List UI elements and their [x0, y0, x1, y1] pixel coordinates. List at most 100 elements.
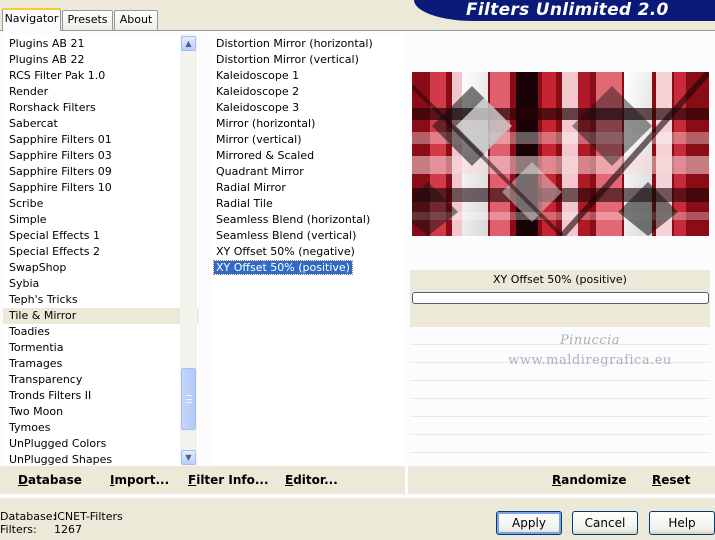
filter-item-label: Quadrant Mirror	[216, 165, 304, 178]
filter-item-label: Kaleidoscope 3	[216, 101, 300, 114]
category-item-label: Tormentia	[9, 341, 64, 354]
filter-item[interactable]: Mirror (horizontal)	[210, 116, 405, 132]
category-rows: Plugins AB 21 Plugins AB 22 RCS Filter Pak…	[3, 36, 199, 467]
category-item-label: Simple	[9, 213, 47, 226]
filter-item-label: Kaleidoscope 1	[216, 69, 300, 82]
tab-presets[interactable]: Presets	[62, 10, 113, 30]
category-item-label: Sapphire Filters 10	[9, 181, 112, 194]
toolbar-divider	[405, 466, 408, 494]
app-title: Filters Unlimited 2.0	[414, 0, 715, 21]
category-item[interactable]: Tymoes	[3, 420, 199, 436]
category-item[interactable]: Tramages	[3, 356, 199, 372]
category-item[interactable]: Plugins AB 21	[3, 36, 199, 52]
category-item[interactable]: Sabercat	[3, 116, 199, 132]
scrollbar-thumb[interactable]	[181, 368, 196, 430]
parameter-row	[410, 381, 710, 399]
category-item-label: Toadies	[9, 325, 50, 338]
category-item-label: Sapphire Filters 09	[9, 165, 112, 178]
category-item[interactable]: Sapphire Filters 09	[3, 164, 199, 180]
filter-item[interactable]: XY Offset 50% (negative)	[210, 244, 405, 260]
filter-item[interactable]: Kaleidoscope 3	[210, 100, 405, 116]
filter-item[interactable]: Mirror (vertical)	[210, 132, 405, 148]
parameter-row	[410, 399, 710, 417]
category-item[interactable]: Simple	[3, 212, 199, 228]
tab-navigator[interactable]: Navigator	[2, 8, 61, 31]
chevron-down-icon[interactable]: ▼	[181, 450, 196, 465]
category-item-label: Special Effects 1	[9, 229, 101, 242]
filter-item-label: XY Offset 50% (positive)	[213, 260, 353, 275]
filter-item-label: Mirrored & Scaled	[216, 149, 315, 162]
filter-item-label: Distortion Mirror (vertical)	[216, 53, 359, 66]
category-scrollbar[interactable]: ▲ ▼	[180, 34, 197, 467]
category-item[interactable]: Sapphire Filters 10	[3, 180, 199, 196]
navigator-panel: Plugins AB 21 Plugins AB 22 RCS Filter Pak…	[0, 30, 715, 498]
editor-button[interactable]: Editor...	[285, 466, 338, 494]
category-item[interactable]: Render	[3, 84, 199, 100]
filter-item[interactable]: XY Offset 50% (positive)	[210, 260, 405, 276]
category-item[interactable]: Scribe	[3, 196, 199, 212]
database-value: ICNET-Filters	[54, 510, 123, 523]
help-button[interactable]: Help	[649, 511, 715, 535]
filter-item-label: Radial Tile	[216, 197, 273, 210]
category-item[interactable]: UnPlugged Shapes	[3, 452, 199, 467]
category-item-label: UnPlugged Colors	[9, 437, 107, 450]
filter-item[interactable]: Distortion Mirror (horizontal)	[210, 36, 405, 52]
category-item-label: SwapShop	[9, 261, 67, 274]
randomize-button[interactable]: Randomize	[552, 466, 626, 494]
category-item[interactable]: Special Effects 1	[3, 228, 199, 244]
category-item[interactable]: Rorshack Filters	[3, 100, 199, 116]
filter-item[interactable]: Distortion Mirror (vertical)	[210, 52, 405, 68]
filters-count: 1267	[54, 523, 82, 536]
filter-item-label: Seamless Blend (vertical)	[216, 229, 357, 242]
filter-item-label: Kaleidoscope 2	[216, 85, 300, 98]
category-item[interactable]: SwapShop	[3, 260, 199, 276]
apply-button[interactable]: Apply	[496, 511, 562, 535]
category-item[interactable]: Transparency	[3, 372, 199, 388]
filter-item[interactable]: Quadrant Mirror	[210, 164, 405, 180]
category-item-label: RCS Filter Pak 1.0	[9, 69, 106, 82]
category-item[interactable]: Tormentia	[3, 340, 199, 356]
category-item[interactable]: Sapphire Filters 03	[3, 148, 199, 164]
filter-item[interactable]: Kaleidoscope 2	[210, 84, 405, 100]
category-item-label: Plugins AB 22	[9, 53, 85, 66]
filter-list[interactable]: Distortion Mirror (horizontal) Distortion…	[210, 34, 405, 467]
category-item[interactable]: Sapphire Filters 01	[3, 132, 199, 148]
watermark-name: Pinuccia	[559, 333, 621, 348]
category-item-label: Rorshack Filters	[9, 101, 96, 114]
filter-item[interactable]: Radial Mirror	[210, 180, 405, 196]
category-item[interactable]: Sybia	[3, 276, 199, 292]
category-item-label: Tramages	[9, 357, 63, 370]
filter-item[interactable]: Seamless Blend (vertical)	[210, 228, 405, 244]
category-item[interactable]: Plugins AB 22	[3, 52, 199, 68]
category-item[interactable]: Tronds Filters II	[3, 388, 199, 404]
filter-item[interactable]: Kaleidoscope 1	[210, 68, 405, 84]
category-item-label: Special Effects 2	[9, 245, 101, 258]
filter-item[interactable]: Seamless Blend (horizontal)	[210, 212, 405, 228]
category-list[interactable]: Plugins AB 21 Plugins AB 22 RCS Filter Pak…	[3, 34, 199, 467]
category-item[interactable]: Two Moon	[3, 404, 199, 420]
category-item[interactable]: Tile & Mirror	[3, 308, 199, 324]
filter-item[interactable]: Mirrored & Scaled	[210, 148, 405, 164]
category-item[interactable]: Toadies	[3, 324, 199, 340]
filter-info-button[interactable]: Filter Info...	[188, 466, 269, 494]
category-item-label: Tymoes	[9, 421, 51, 434]
tab-about[interactable]: About	[114, 10, 158, 30]
import-button[interactable]: Import...	[110, 466, 169, 494]
filter-item-label: Radial Mirror	[216, 181, 286, 194]
category-item-label: Tile & Mirror	[9, 309, 77, 322]
parameter-row	[410, 417, 710, 435]
chevron-up-icon[interactable]: ▲	[181, 36, 196, 51]
watermark-url: www.maldiregrafica.eu	[508, 353, 672, 368]
category-item[interactable]: RCS Filter Pak 1.0	[3, 68, 199, 84]
database-button[interactable]: Database	[18, 466, 82, 494]
cancel-button[interactable]: Cancel	[572, 511, 638, 535]
category-item[interactable]: Teph's Tricks	[3, 292, 199, 308]
category-item[interactable]: UnPlugged Colors	[3, 436, 199, 452]
category-item[interactable]: Special Effects 2	[3, 244, 199, 260]
parameter-row	[410, 435, 710, 453]
filter-item-label: XY Offset 50% (negative)	[216, 245, 355, 258]
reset-button[interactable]: Reset	[652, 466, 690, 494]
filter-rows: Distortion Mirror (horizontal) Distortion…	[210, 36, 405, 276]
filters-label: Filters:	[0, 523, 37, 536]
filter-item[interactable]: Radial Tile	[210, 196, 405, 212]
